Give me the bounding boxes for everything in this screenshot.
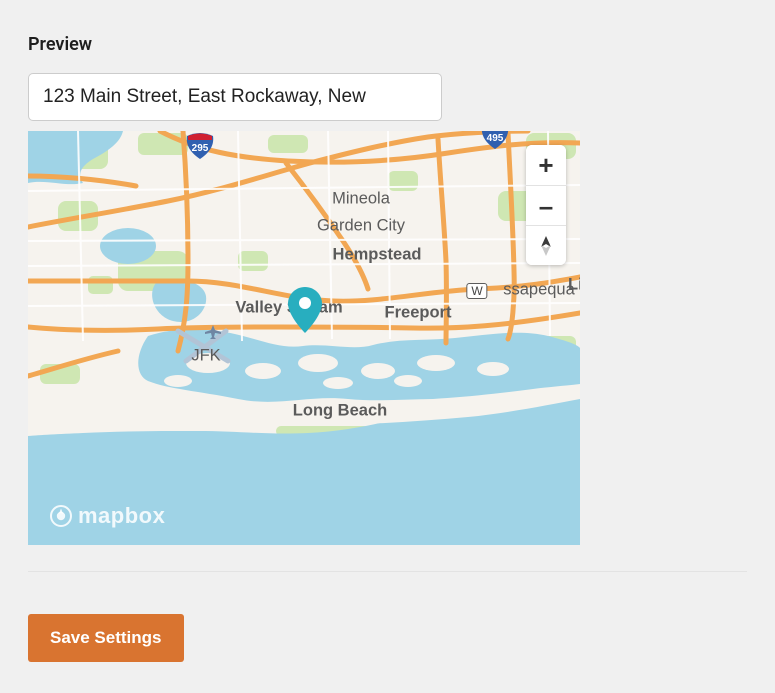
map-preview[interactable]: MineolaGarden CityHempsteadValley Stream… (28, 131, 580, 545)
mapbox-attribution-text: mapbox (78, 503, 165, 529)
compass-icon (537, 235, 555, 257)
section-divider (28, 571, 747, 572)
reset-bearing-button[interactable] (526, 225, 566, 265)
zoom-in-button[interactable] (526, 145, 566, 185)
map-controls (526, 145, 566, 265)
zoom-out-button[interactable] (526, 185, 566, 225)
preview-title: Preview (28, 34, 747, 55)
mapbox-logo-icon (50, 505, 72, 527)
mapbox-attribution: mapbox (50, 503, 165, 529)
save-settings-button[interactable]: Save Settings (28, 614, 184, 662)
map-canvas (28, 131, 580, 545)
address-input[interactable] (28, 73, 442, 121)
